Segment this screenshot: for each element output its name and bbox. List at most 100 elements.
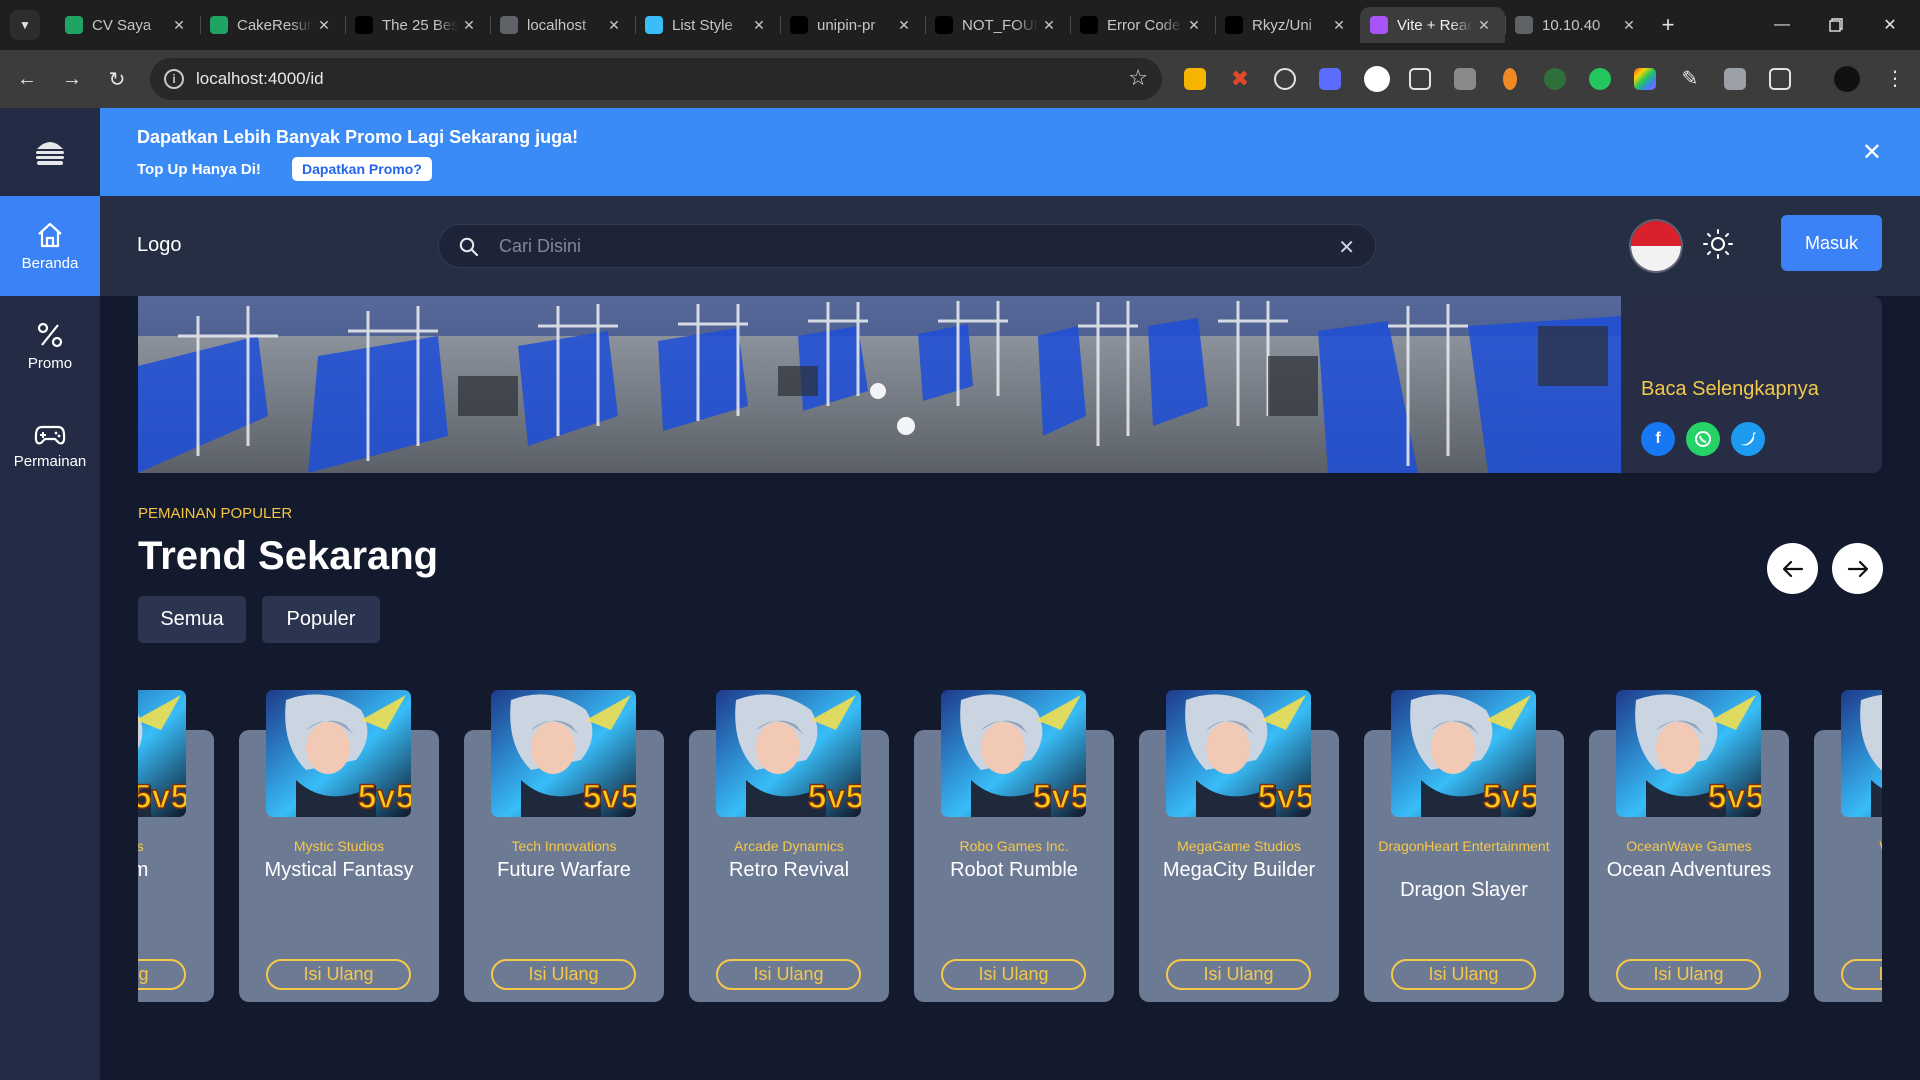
browser-tab[interactable]: NOT_FOUND✕ [925,7,1070,43]
close-tab-icon[interactable]: ✕ [1328,17,1350,34]
site-logo[interactable]: Logo [137,234,182,257]
minimize-button[interactable]: — [1756,0,1808,50]
close-tab-icon[interactable]: ✕ [458,17,480,34]
twitter-share-icon[interactable] [1731,422,1765,456]
restore-button[interactable] [1810,0,1862,50]
close-tab-icon[interactable]: ✕ [313,17,335,34]
close-tab-icon[interactable]: ✕ [1038,17,1060,34]
extension-icon[interactable] [1544,68,1566,90]
login-button[interactable]: Masuk [1781,215,1882,271]
game-cover-image[interactable]: 5v5 [1166,690,1311,817]
close-tab-icon[interactable]: ✕ [168,17,190,34]
tab-title: CakeResume [237,16,313,34]
reload-button[interactable]: ↻ [102,64,132,94]
browser-tab[interactable]: 10.10.40 ✕ [1505,7,1650,43]
game-card[interactable]: 5v5 Mystic Studios Mystical Fantasy Isi Ula… [239,690,439,1040]
browser-tab[interactable]: List Style ✕ [635,7,780,43]
game-cover-image[interactable]: 5v5 [1841,690,1882,817]
game-cover-image[interactable]: 5v5 [941,690,1086,817]
extension-icon[interactable] [1634,68,1656,90]
close-tab-icon[interactable]: ✕ [603,17,625,34]
top-up-button[interactable]: Isi Ulang [716,959,861,990]
game-publisher: DragonHeart Entertainment [1378,838,1550,854]
top-up-button[interactable]: Isi Ulang [1391,959,1536,990]
extension-icon[interactable] [1409,68,1431,90]
hero-banner-image[interactable] [138,296,1621,473]
game-cover-image[interactable]: 5v5 [491,690,636,817]
eyedropper-icon[interactable]: ✎ [1679,68,1701,90]
back-button[interactable]: ← [12,64,42,94]
search-input[interactable] [499,225,1299,267]
browser-tab[interactable]: Vite + React ✕ [1360,7,1505,43]
clear-search-icon[interactable]: ✕ [1338,235,1355,260]
browser-tab[interactable]: CV Saya ✕ [55,7,200,43]
burger-logo-icon[interactable] [0,108,100,196]
close-window-button[interactable]: ✕ [1864,0,1916,50]
browser-tab[interactable]: The 25 Best ✕ [345,7,490,43]
filter-populer-button[interactable]: Populer [262,596,380,643]
top-up-button[interactable]: Isi Ulang [941,959,1086,990]
browser-tab[interactable]: CakeResume✕ [200,7,345,43]
sun-theme-toggle-icon[interactable] [1702,228,1734,260]
site-info-icon[interactable]: i [164,69,184,89]
game-card[interactable]: 5v5 Robo Games Inc. Robot Rumble Isi Ulang [914,690,1114,1040]
extension-icon[interactable] [1454,68,1476,90]
browser-tab[interactable]: localhost ✕ [490,7,635,43]
game-cover-image[interactable]: 5v5 [1391,690,1536,817]
game-cover-image[interactable]: 5v5 [716,690,861,817]
whatsapp-share-icon[interactable] [1686,422,1720,456]
facebook-share-icon[interactable]: f [1641,422,1675,456]
close-tab-icon[interactable]: ✕ [1183,17,1205,34]
extension-icon[interactable]: ✖ [1229,68,1251,90]
close-promo-icon[interactable]: ✕ [1862,138,1882,167]
hero-info-card: Baca Selengkapnya f [1621,296,1882,473]
extension-icon[interactable] [1319,68,1341,90]
top-up-button[interactable]: Isi Ulang [266,959,411,990]
get-promo-button[interactable]: Dapatkan Promo? [292,157,432,181]
top-up-button[interactable]: Isi Ulang [138,959,186,990]
sidebar-item-beranda[interactable]: Beranda [0,196,100,296]
game-card[interactable]: 5v5 WildernessJungle Isi Ulang [1814,690,1882,1040]
forward-button[interactable]: → [57,64,87,94]
close-tab-icon[interactable]: ✕ [1473,17,1495,34]
sidebar-item-promo[interactable]: Promo [0,296,100,396]
tab-search-button[interactable]: ▼ [10,10,40,40]
top-up-button[interactable]: Isi Ulang [491,959,636,990]
carousel-prev-button[interactable] [1767,543,1818,594]
sidebar-item-permainan[interactable]: Permainan [0,396,100,496]
address-bar[interactable]: i localhost:4000/id ☆ [150,58,1162,100]
extension-icon[interactable] [1724,68,1746,90]
close-tab-icon[interactable]: ✕ [748,17,770,34]
extension-icon[interactable] [1184,68,1206,90]
game-card[interactable]: 5v5 Tech Innovations Future Warfare Isi Ula… [464,690,664,1040]
browser-tab[interactable]: Error Code ✕ [1070,7,1215,43]
game-card[interactable]: 5v5 Speakers Custom Isi Ulang [138,690,214,1040]
extension-icon[interactable] [1589,68,1611,90]
new-tab-button[interactable]: + [1650,7,1686,43]
extensions-puzzle-icon[interactable] [1769,68,1791,90]
bookmark-star-icon[interactable]: ☆ [1128,65,1148,91]
close-tab-icon[interactable]: ✕ [893,17,915,34]
extension-icon[interactable] [1503,68,1517,90]
top-up-button[interactable]: Isi Ulang [1616,959,1761,990]
language-flag-indonesia[interactable] [1631,221,1681,271]
game-card[interactable]: 5v5 MegaGame Studios MegaCity Builder Isi U… [1139,690,1339,1040]
top-up-button[interactable]: Isi Ulang [1841,959,1882,990]
read-more-link[interactable]: Baca Selengkapnya [1641,378,1819,401]
carousel-next-button[interactable] [1832,543,1883,594]
game-cover-image[interactable]: 5v5 [138,690,186,817]
game-cover-image[interactable]: 5v5 [1616,690,1761,817]
top-up-button[interactable]: Isi Ulang [1166,959,1311,990]
profile-avatar[interactable] [1834,66,1860,92]
filter-semua-button[interactable]: Semua [138,596,246,643]
game-cover-image[interactable]: 5v5 [266,690,411,817]
browser-tab[interactable]: unipin-pr ✕ [780,7,925,43]
game-card[interactable]: 5v5 DragonHeart Entertainment Dragon Slaye… [1364,690,1564,1040]
close-tab-icon[interactable]: ✕ [1618,17,1640,34]
browser-menu-icon[interactable]: ⋮ [1884,68,1906,90]
game-card[interactable]: 5v5 OceanWave Games Ocean Adventures Isi Ul… [1589,690,1789,1040]
game-card[interactable]: 5v5 Arcade Dynamics Retro Revival Isi Ulang [689,690,889,1040]
browser-tab[interactable]: Rkyz/Uni ✕ [1215,7,1360,43]
extension-icon[interactable] [1364,66,1390,92]
extension-icon[interactable] [1274,68,1296,90]
